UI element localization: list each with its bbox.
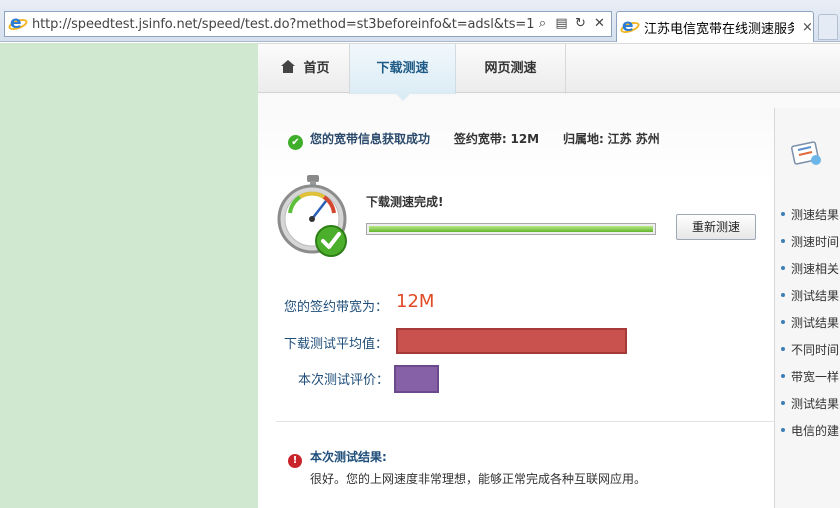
active-tab-caret	[395, 93, 411, 101]
sidebar-link-label[interactable]: 电信的建	[791, 424, 839, 438]
bullet-icon	[781, 401, 785, 405]
alert-icon: !	[288, 454, 302, 468]
average-speed-bar	[396, 328, 627, 354]
speedtest-page: 首页 下载测速 网页测速 ✔ 您的宽带信息获取成功 签约宽带: 12M 归属地: …	[258, 43, 840, 508]
stop-icon[interactable]: ✕	[592, 15, 607, 33]
sidebar-link[interactable]: 不同时间	[781, 341, 839, 368]
nav-home-label: 首页	[303, 61, 330, 76]
browser-tab[interactable]: e 江苏电信宽带在线测速服务... ×	[616, 11, 814, 42]
nav-web-test[interactable]: 网页测速	[456, 44, 566, 94]
sidebar-link[interactable]: 测试结果	[781, 314, 839, 341]
new-tab-button[interactable]	[818, 14, 838, 40]
progress-bar	[366, 223, 656, 235]
result-title-text: 本次测试结果:	[310, 450, 387, 464]
sidebar-link[interactable]: 测速相关	[781, 260, 839, 287]
compatibility-view-icon[interactable]: ▤	[554, 15, 569, 33]
bullet-icon	[781, 212, 785, 216]
location-label: 归属地:	[562, 132, 604, 146]
sidebar-link-label[interactable]: 测速时间	[791, 235, 839, 249]
sidebar-link[interactable]: 测试结果	[781, 287, 839, 314]
broadband-info: ✔ 您的宽带信息获取成功 签约宽带: 12M 归属地: 江苏 苏州	[288, 130, 660, 150]
bullet-icon	[781, 428, 785, 432]
search-icon[interactable]: ⌕	[535, 15, 550, 33]
retest-button[interactable]: 重新测速	[676, 214, 756, 240]
ie-logo-icon: e	[7, 13, 29, 33]
stopwatch-icon	[277, 175, 347, 257]
average-speed-label: 下载测试平均值：	[284, 337, 389, 352]
location-value: 江苏 苏州	[607, 132, 660, 146]
tab-close-icon[interactable]: ×	[802, 20, 813, 35]
bandwidth-value: 12M	[396, 291, 435, 312]
help-book-icon	[791, 141, 821, 165]
plan-label: 签约宽带:	[453, 132, 507, 146]
divider	[276, 421, 774, 422]
sidebar-link-label[interactable]: 测试结果	[791, 289, 839, 303]
rating-bar	[394, 365, 439, 393]
sidebar-link-label[interactable]: 测速结果	[791, 208, 839, 222]
test-complete-text: 下载测速完成!	[366, 195, 444, 209]
sidebar-link[interactable]: 测速结果	[781, 206, 839, 233]
tab-favicon-icon: e	[619, 16, 641, 36]
refresh-icon[interactable]: ↻	[573, 15, 588, 33]
bullet-icon	[781, 293, 785, 297]
sidebar-link-label[interactable]: 测试结果	[791, 316, 839, 330]
sidebar-link[interactable]: 电信的建	[781, 422, 839, 449]
bullet-icon	[781, 266, 785, 270]
right-sidebar: 测速结果 测速时间 测速相关 测试结果 测试结果 不同时间 带宽一样 测试结果 电信的建	[774, 108, 840, 508]
address-bar[interactable]: e http://speedtest.jsinfo.net/speed/test…	[4, 11, 612, 37]
info-status: 您的宽带信息获取成功	[310, 132, 431, 146]
url-text[interactable]: http://speedtest.jsinfo.net/speed/test.d…	[32, 17, 535, 32]
sidebar-link[interactable]: 测速时间	[781, 233, 839, 260]
plan-value: 12M	[510, 132, 540, 146]
top-nav: 首页 下载测速 网页测速	[258, 43, 840, 94]
rating-label: 本次测试评价：	[298, 373, 390, 388]
left-background	[0, 43, 258, 508]
bullet-icon	[781, 347, 785, 351]
sidebar-link-label[interactable]: 测试结果	[791, 397, 839, 411]
nav-home[interactable]: 首页	[262, 44, 350, 94]
bullet-icon	[781, 374, 785, 378]
bandwidth-label: 您的签约带宽为：	[284, 300, 389, 315]
success-check-icon: ✔	[288, 135, 303, 150]
tab-title[interactable]: 江苏电信宽带在线测速服务...	[644, 18, 794, 37]
bullet-icon	[781, 239, 785, 243]
nav-download-test[interactable]: 下载测速	[350, 44, 456, 94]
result-title: ! 本次测试结果:	[288, 448, 387, 468]
sidebar-link-label[interactable]: 测速相关	[791, 262, 839, 276]
sidebar-link-label[interactable]: 不同时间	[791, 343, 839, 357]
bullet-icon	[781, 320, 785, 324]
progress-bar-fill	[369, 226, 653, 232]
browser-chrome: e http://speedtest.jsinfo.net/speed/test…	[0, 0, 840, 42]
sidebar-list: 测速结果 测速时间 测速相关 测试结果 测试结果 不同时间 带宽一样 测试结果 电信的建	[781, 206, 839, 449]
sidebar-link[interactable]: 带宽一样	[781, 368, 839, 395]
sidebar-link[interactable]: 测试结果	[781, 395, 839, 422]
test-content: ✔ 您的宽带信息获取成功 签约宽带: 12M 归属地: 江苏 苏州 下载测速完成!…	[258, 103, 774, 508]
result-text: 很好。您的上网速度非常理想，能够正常完成各种互联网应用。	[310, 472, 647, 486]
home-icon	[281, 60, 296, 73]
sidebar-link-label[interactable]: 带宽一样	[791, 370, 839, 384]
